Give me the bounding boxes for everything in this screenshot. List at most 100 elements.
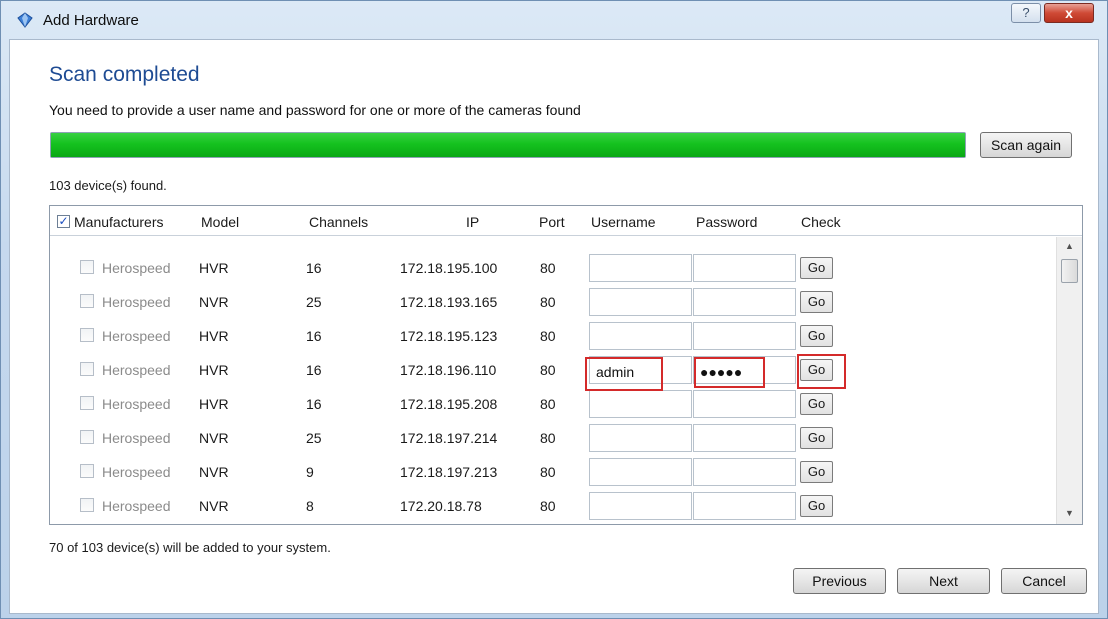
ip-cell: 172.18.195.100 — [400, 260, 498, 276]
port-cell: 80 — [540, 260, 556, 276]
scroll-down-arrow-icon[interactable]: ▼ — [1065, 508, 1074, 518]
dialog-content: Scan completed You need to provide a use… — [9, 39, 1099, 614]
username-field[interactable] — [589, 288, 692, 316]
table-scrollbar[interactable]: ▲ ▼ — [1056, 237, 1082, 524]
column-channels[interactable]: Channels — [309, 214, 368, 230]
row-checkbox[interactable] — [80, 294, 94, 308]
row-checkbox[interactable] — [80, 328, 94, 342]
row-checkbox[interactable] — [80, 498, 94, 512]
cancel-button[interactable]: Cancel — [1001, 568, 1087, 594]
column-password[interactable]: Password — [696, 214, 757, 230]
column-port[interactable]: Port — [539, 214, 565, 230]
port-cell: 80 — [540, 362, 556, 378]
port-cell: 80 — [540, 328, 556, 344]
table-header: ✓ Manufacturers Model Channels IP Port U… — [50, 206, 1082, 236]
scan-progress-bar — [50, 132, 966, 158]
table-row: Herospeed HVR 16 172.18.195.100 80 Go — [50, 250, 1056, 284]
manufacturer-cell: Herospeed — [102, 294, 171, 310]
column-ip[interactable]: IP — [466, 214, 479, 230]
title-bar: Add Hardware ? x — [1, 1, 1107, 39]
ip-cell: 172.18.196.110 — [400, 362, 497, 378]
username-field[interactable] — [589, 322, 692, 350]
column-manufacturers[interactable]: Manufacturers — [74, 214, 163, 230]
password-field[interactable] — [693, 492, 796, 520]
next-button[interactable]: Next — [897, 568, 990, 594]
password-field[interactable] — [693, 322, 796, 350]
channels-cell: 16 — [306, 396, 322, 412]
channels-cell: 25 — [306, 430, 322, 446]
page-title: Scan completed — [49, 63, 200, 86]
go-button[interactable]: Go — [800, 461, 833, 483]
row-checkbox[interactable] — [80, 396, 94, 410]
channels-cell: 8 — [306, 498, 314, 514]
username-field[interactable] — [589, 390, 692, 418]
model-cell: NVR — [199, 498, 229, 514]
password-field[interactable] — [693, 288, 796, 316]
channels-cell: 16 — [306, 328, 322, 344]
close-button[interactable]: x — [1044, 3, 1094, 23]
password-field[interactable] — [693, 458, 796, 486]
table-row: Herospeed NVR 25 172.18.197.214 80 Go — [50, 420, 1056, 454]
go-button[interactable]: Go — [800, 325, 833, 347]
select-all-checkbox[interactable]: ✓ — [57, 215, 70, 228]
ip-cell: 172.18.197.214 — [400, 430, 498, 446]
row-checkbox[interactable] — [80, 362, 94, 376]
table-row: Herospeed HVR 16 172.18.195.123 80 Go — [50, 318, 1056, 352]
app-icon — [17, 12, 33, 28]
password-field[interactable] — [693, 390, 796, 418]
channels-cell: 16 — [306, 260, 322, 276]
manufacturer-cell: Herospeed — [102, 498, 171, 514]
row-checkbox[interactable] — [80, 260, 94, 274]
model-cell: HVR — [199, 396, 229, 412]
ip-cell: 172.18.197.213 — [400, 464, 498, 480]
go-button[interactable]: Go — [800, 495, 833, 517]
scroll-up-arrow-icon[interactable]: ▲ — [1065, 241, 1074, 251]
manufacturer-cell: Herospeed — [102, 362, 171, 378]
go-button[interactable]: Go — [800, 393, 833, 415]
password-highlight — [694, 357, 765, 388]
channels-cell: 25 — [306, 294, 322, 310]
scrollbar-thumb[interactable] — [1061, 259, 1078, 283]
port-cell: 80 — [540, 464, 556, 480]
table-row: Herospeed HVR 16 172.18.196.110 80 admin ●●●●●… — [50, 352, 1056, 386]
password-field[interactable] — [693, 254, 796, 282]
scan-again-button[interactable]: Scan again — [980, 132, 1072, 158]
username-field[interactable] — [589, 424, 692, 452]
row-checkbox[interactable] — [80, 430, 94, 444]
password-field[interactable] — [693, 424, 796, 452]
port-cell: 80 — [540, 396, 556, 412]
username-field[interactable] — [589, 492, 692, 520]
table-row: Herospeed NVR 25 172.18.193.165 80 Go — [50, 284, 1056, 318]
model-cell: NVR — [199, 294, 229, 310]
previous-button[interactable]: Previous — [793, 568, 886, 594]
username-field[interactable] — [589, 458, 692, 486]
port-cell: 80 — [540, 294, 556, 310]
go-highlight — [797, 354, 846, 389]
go-button[interactable]: Go — [800, 427, 833, 449]
device-table: ✓ Manufacturers Model Channels IP Port U… — [49, 205, 1083, 525]
table-row: Herospeed NVR 9 172.18.197.213 80 Go — [50, 454, 1056, 488]
manufacturer-cell: Herospeed — [102, 464, 171, 480]
channels-cell: 9 — [306, 464, 314, 480]
ip-cell: 172.20.18.78 — [400, 498, 482, 514]
model-cell: HVR — [199, 328, 229, 344]
column-check[interactable]: Check — [801, 214, 841, 230]
manufacturer-cell: Herospeed — [102, 260, 171, 276]
username-highlight — [585, 357, 663, 391]
ip-cell: 172.18.195.123 — [400, 328, 498, 344]
help-button[interactable]: ? — [1011, 3, 1041, 23]
progress-fill — [51, 133, 965, 157]
ip-cell: 172.18.195.208 — [400, 396, 498, 412]
model-cell: NVR — [199, 430, 229, 446]
manufacturer-cell: Herospeed — [102, 396, 171, 412]
model-cell: HVR — [199, 362, 229, 378]
username-field[interactable] — [589, 254, 692, 282]
column-username[interactable]: Username — [591, 214, 656, 230]
go-button[interactable]: Go — [800, 291, 833, 313]
port-cell: 80 — [540, 498, 556, 514]
go-button[interactable]: Go — [800, 257, 833, 279]
column-model[interactable]: Model — [201, 214, 239, 230]
manufacturer-cell: Herospeed — [102, 328, 171, 344]
row-checkbox[interactable] — [80, 464, 94, 478]
channels-cell: 16 — [306, 362, 322, 378]
